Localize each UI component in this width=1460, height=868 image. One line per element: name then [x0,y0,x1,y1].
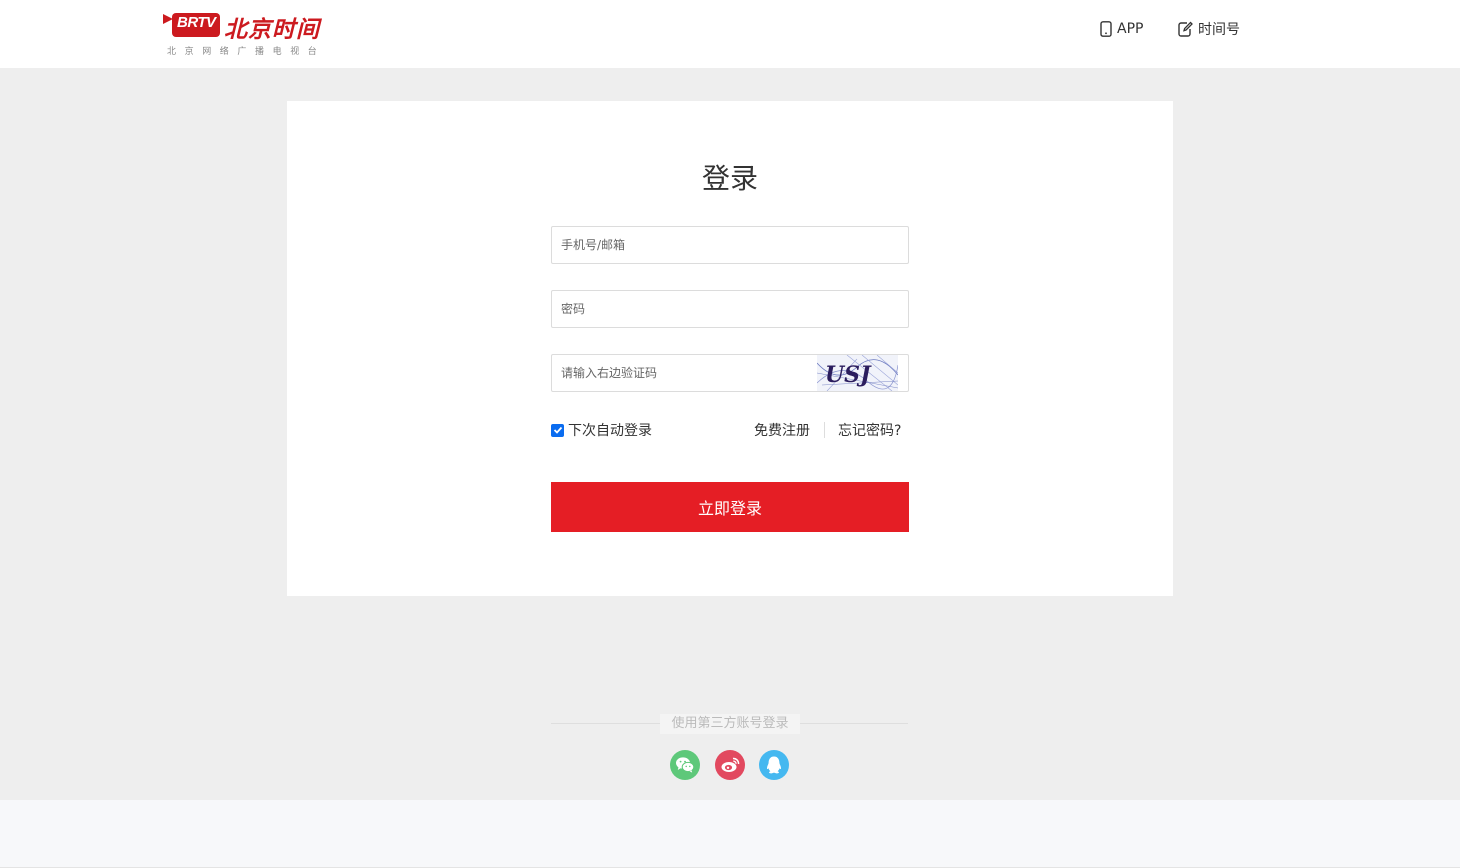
register-link[interactable]: 免费注册 [754,419,810,441]
logo-badge-text: BRTV [177,14,216,31]
link-divider [824,422,825,438]
phone-icon [1100,21,1112,37]
site-footer [0,800,1460,868]
remember-me[interactable]: 下次自动登录 [551,419,652,441]
captcha-graphic: USJ [817,355,898,391]
remember-label: 下次自动登录 [568,423,652,439]
captcha-text: USJ [825,362,872,388]
nav-app-label: APP [1117,21,1144,37]
site-header: BRTV 北京时间 北京网络广播电视台 APP 时间号 [0,0,1460,68]
third-party-label: 使用第三方账号登录 [660,714,800,734]
wechat-icon [676,757,695,773]
forgot-password-link[interactable]: 忘记密码? [838,419,901,441]
username-input[interactable] [551,226,909,264]
qq-login-button[interactable] [759,750,789,780]
logo-name: 北京时间 [224,17,320,43]
check-icon [553,426,562,434]
qq-icon [766,756,782,774]
nav-shijianhao-link[interactable]: 时间号 [1178,18,1240,40]
captcha-image[interactable]: USJ [817,355,898,391]
wechat-login-button[interactable] [670,750,700,780]
nav-app-link[interactable]: APP [1100,18,1143,40]
login-card: 登录 USJ 下次自动登录 免费注册 忘记密码? 立即登录 [287,101,1173,596]
remember-checkbox[interactable] [551,423,564,437]
login-button[interactable]: 立即登录 [551,482,909,532]
weibo-icon [721,757,740,772]
nav-shijianhao-label: 时间号 [1198,22,1240,38]
weibo-login-button[interactable] [715,750,745,780]
page-title: 登录 [701,162,758,195]
password-input[interactable] [551,290,909,328]
edit-icon [1178,21,1193,37]
brtv-logo[interactable]: BRTV 北京时间 北京网络广播电视台 [163,10,333,60]
logo-subtitle: 北京网络广播电视台 [167,47,326,57]
